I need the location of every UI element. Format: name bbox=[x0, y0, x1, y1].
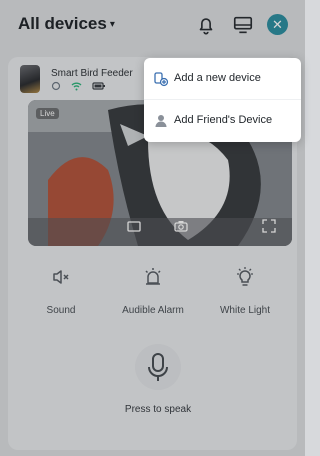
add-device-menu: Add a new device Add Friend's Device bbox=[144, 58, 301, 142]
menu-item-label: Add Friend's Device bbox=[174, 114, 273, 126]
menu-item-add-friends-device[interactable]: Add Friend's Device bbox=[144, 100, 301, 142]
friend-icon bbox=[155, 115, 167, 127]
add-device-icon bbox=[154, 72, 169, 87]
menu-item-label: Add a new device bbox=[174, 72, 261, 84]
menu-item-add-new-device[interactable]: Add a new device bbox=[144, 58, 301, 100]
